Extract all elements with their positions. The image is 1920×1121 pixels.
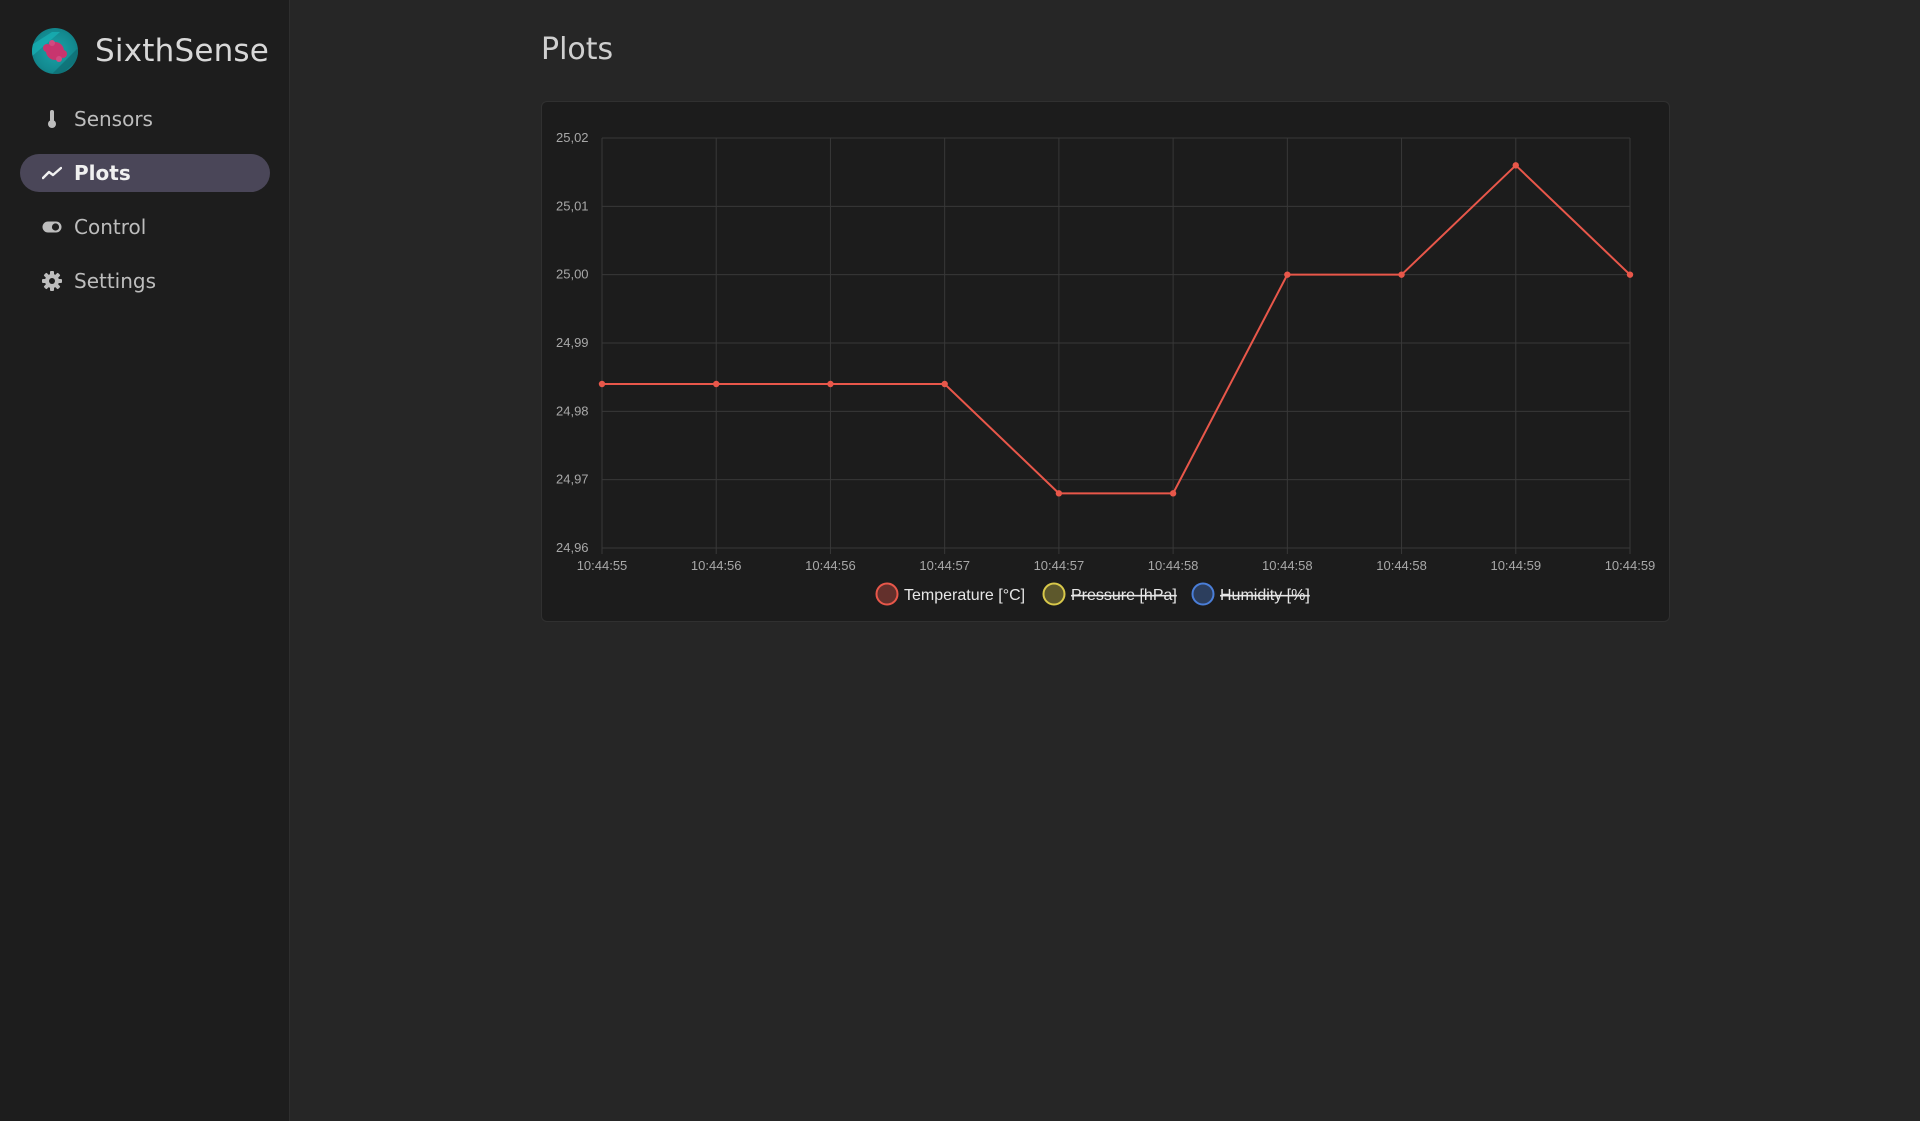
data-point[interactable] [1169, 490, 1177, 497]
sidebar-item-label: Sensors [74, 107, 153, 131]
sidebar-nav: Sensors Plots Control Settings [20, 100, 270, 316]
sidebar-item-settings[interactable]: Settings [20, 262, 270, 300]
legend-label-temperature[interactable]: Temperature [°C] [904, 587, 1025, 604]
data-point[interactable] [827, 380, 834, 388]
data-point[interactable] [941, 380, 948, 388]
data-point[interactable] [713, 380, 720, 388]
y-tick-label: 24,99 [556, 335, 589, 350]
chart-line-icon [42, 163, 62, 183]
series-line-temperature [602, 163, 1631, 495]
brand[interactable]: SixthSense [32, 28, 269, 74]
legend-swatch-pressure[interactable] [1042, 582, 1066, 606]
gear-icon [42, 271, 62, 291]
logo-icon [32, 28, 78, 74]
legend-swatch-humidity[interactable] [1191, 582, 1215, 606]
sidebar-item-label: Settings [74, 269, 157, 293]
data-point[interactable] [1284, 271, 1291, 278]
page-title: Plots [541, 32, 614, 67]
legend-swatch-temperature[interactable] [875, 582, 899, 606]
y-tick-label: 24,96 [556, 540, 589, 555]
x-tick-label: 10:44:58 [1148, 558, 1199, 573]
sidebar-item-label: Plots [74, 161, 131, 185]
legend-label-humidity[interactable]: Humidity [%] [1220, 587, 1310, 604]
sidebar-item-plots[interactable]: Plots [20, 154, 270, 192]
y-tick-label: 24,98 [556, 403, 589, 418]
x-tick-label: 10:44:56 [691, 558, 742, 573]
y-tick-label: 25,01 [556, 198, 589, 213]
thermometer-icon [42, 109, 62, 129]
sidebar: SixthSense Sensors Plots Control Setting… [0, 0, 290, 1121]
x-tick-label: 10:44:59 [1605, 558, 1656, 573]
data-point[interactable] [598, 380, 606, 388]
x-tick-label: 10:44:58 [1262, 558, 1313, 573]
chart-card: 25,02 25,01 25,00 24,99 24,98 24,97 24,96 10:44… [541, 101, 1670, 622]
x-tick-label: 10:44:58 [1376, 558, 1427, 573]
sidebar-item-sensors[interactable]: Sensors [20, 100, 270, 138]
y-tick-label: 25,00 [556, 267, 589, 282]
legend-label-pressure[interactable]: Pressure [hPa] [1071, 587, 1177, 604]
toggle-icon [42, 217, 62, 237]
x-tick-label: 10:44:55 [577, 558, 628, 573]
sidebar-item-label: Control [74, 215, 147, 239]
data-point[interactable] [1512, 162, 1519, 169]
temperature-chart[interactable]: 25,02 25,01 25,00 24,99 24,98 24,97 24,96 10:44… [542, 102, 1669, 621]
x-tick-label: 10:44:59 [1490, 558, 1541, 573]
sidebar-item-control[interactable]: Control [20, 208, 270, 246]
x-tick-label: 10:44:56 [805, 558, 856, 573]
data-point[interactable] [1626, 271, 1634, 278]
y-tick-label: 25,02 [556, 130, 589, 145]
y-tick-label: 24,97 [556, 472, 589, 487]
data-point[interactable] [1398, 271, 1405, 278]
x-tick-label: 10:44:57 [1034, 558, 1085, 573]
x-tick-label: 10:44:57 [919, 558, 970, 573]
data-point[interactable] [1055, 490, 1063, 497]
app-name: SixthSense [95, 33, 270, 69]
